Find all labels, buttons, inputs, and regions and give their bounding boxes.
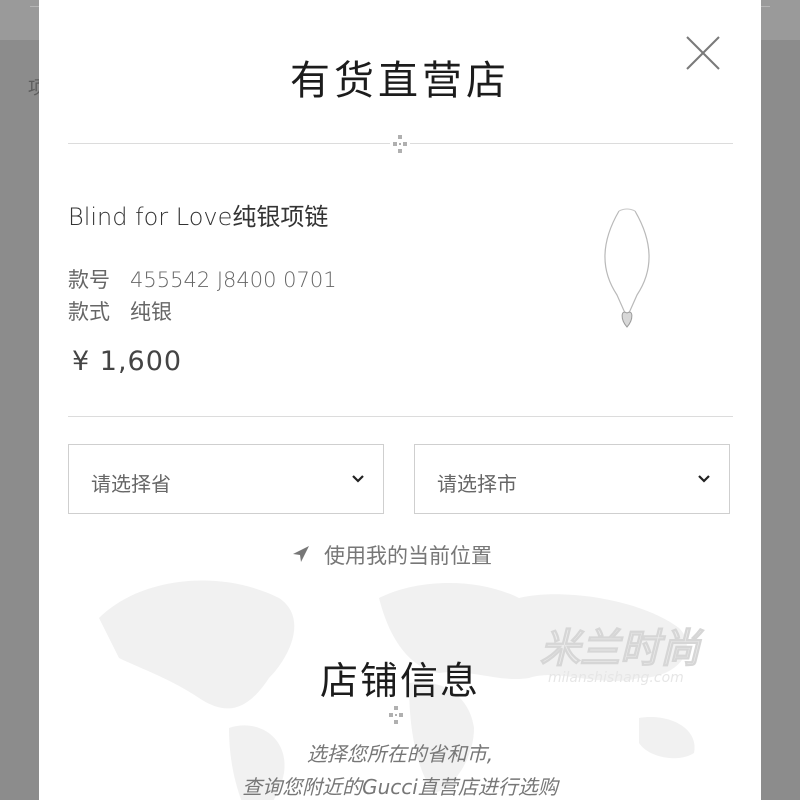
product-divider — [68, 416, 733, 417]
store-info-hint-line2: 查询您附近的Gucci直营店进行选购 — [242, 775, 558, 799]
style-number-value: 455542 J8400 0701 — [130, 268, 337, 292]
chevron-down-icon — [698, 475, 710, 483]
diamond-ornament-icon — [389, 706, 403, 724]
close-button[interactable] — [684, 34, 722, 72]
style-number-row: 款号 455542 J8400 0701 — [68, 264, 337, 294]
use-current-location-label: 使用我的当前位置 — [324, 544, 492, 568]
style-row: 款式 纯银 — [68, 296, 172, 326]
city-select[interactable]: 请选择市 — [414, 444, 730, 514]
product-price: ¥ 1,600 — [72, 346, 183, 377]
close-icon — [686, 36, 720, 70]
modal-title: 有货直营店 — [290, 58, 510, 104]
diamond-ornament-icon — [390, 134, 410, 154]
province-select-label: 请选择省 — [91, 472, 171, 496]
watermark-logo: 米兰时尚 milanshishang.com — [540, 626, 705, 687]
store-info-hint-line1: 选择您所在的省和市, — [306, 742, 494, 766]
style-label: 款式 — [68, 300, 110, 324]
city-select-label: 请选择市 — [437, 472, 517, 496]
location-arrow-icon — [293, 546, 309, 562]
style-value: 纯银 — [130, 300, 172, 324]
necklace-icon — [604, 208, 650, 328]
product-name: Blind for Love纯银项链 — [68, 203, 329, 231]
chevron-down-icon — [352, 475, 364, 483]
province-select[interactable]: 请选择省 — [68, 444, 384, 514]
style-number-label: 款号 — [68, 268, 110, 292]
svg-text:米兰时尚: 米兰时尚 — [540, 626, 705, 672]
svg-text:milanshishang.com: milanshishang.com — [548, 670, 684, 686]
